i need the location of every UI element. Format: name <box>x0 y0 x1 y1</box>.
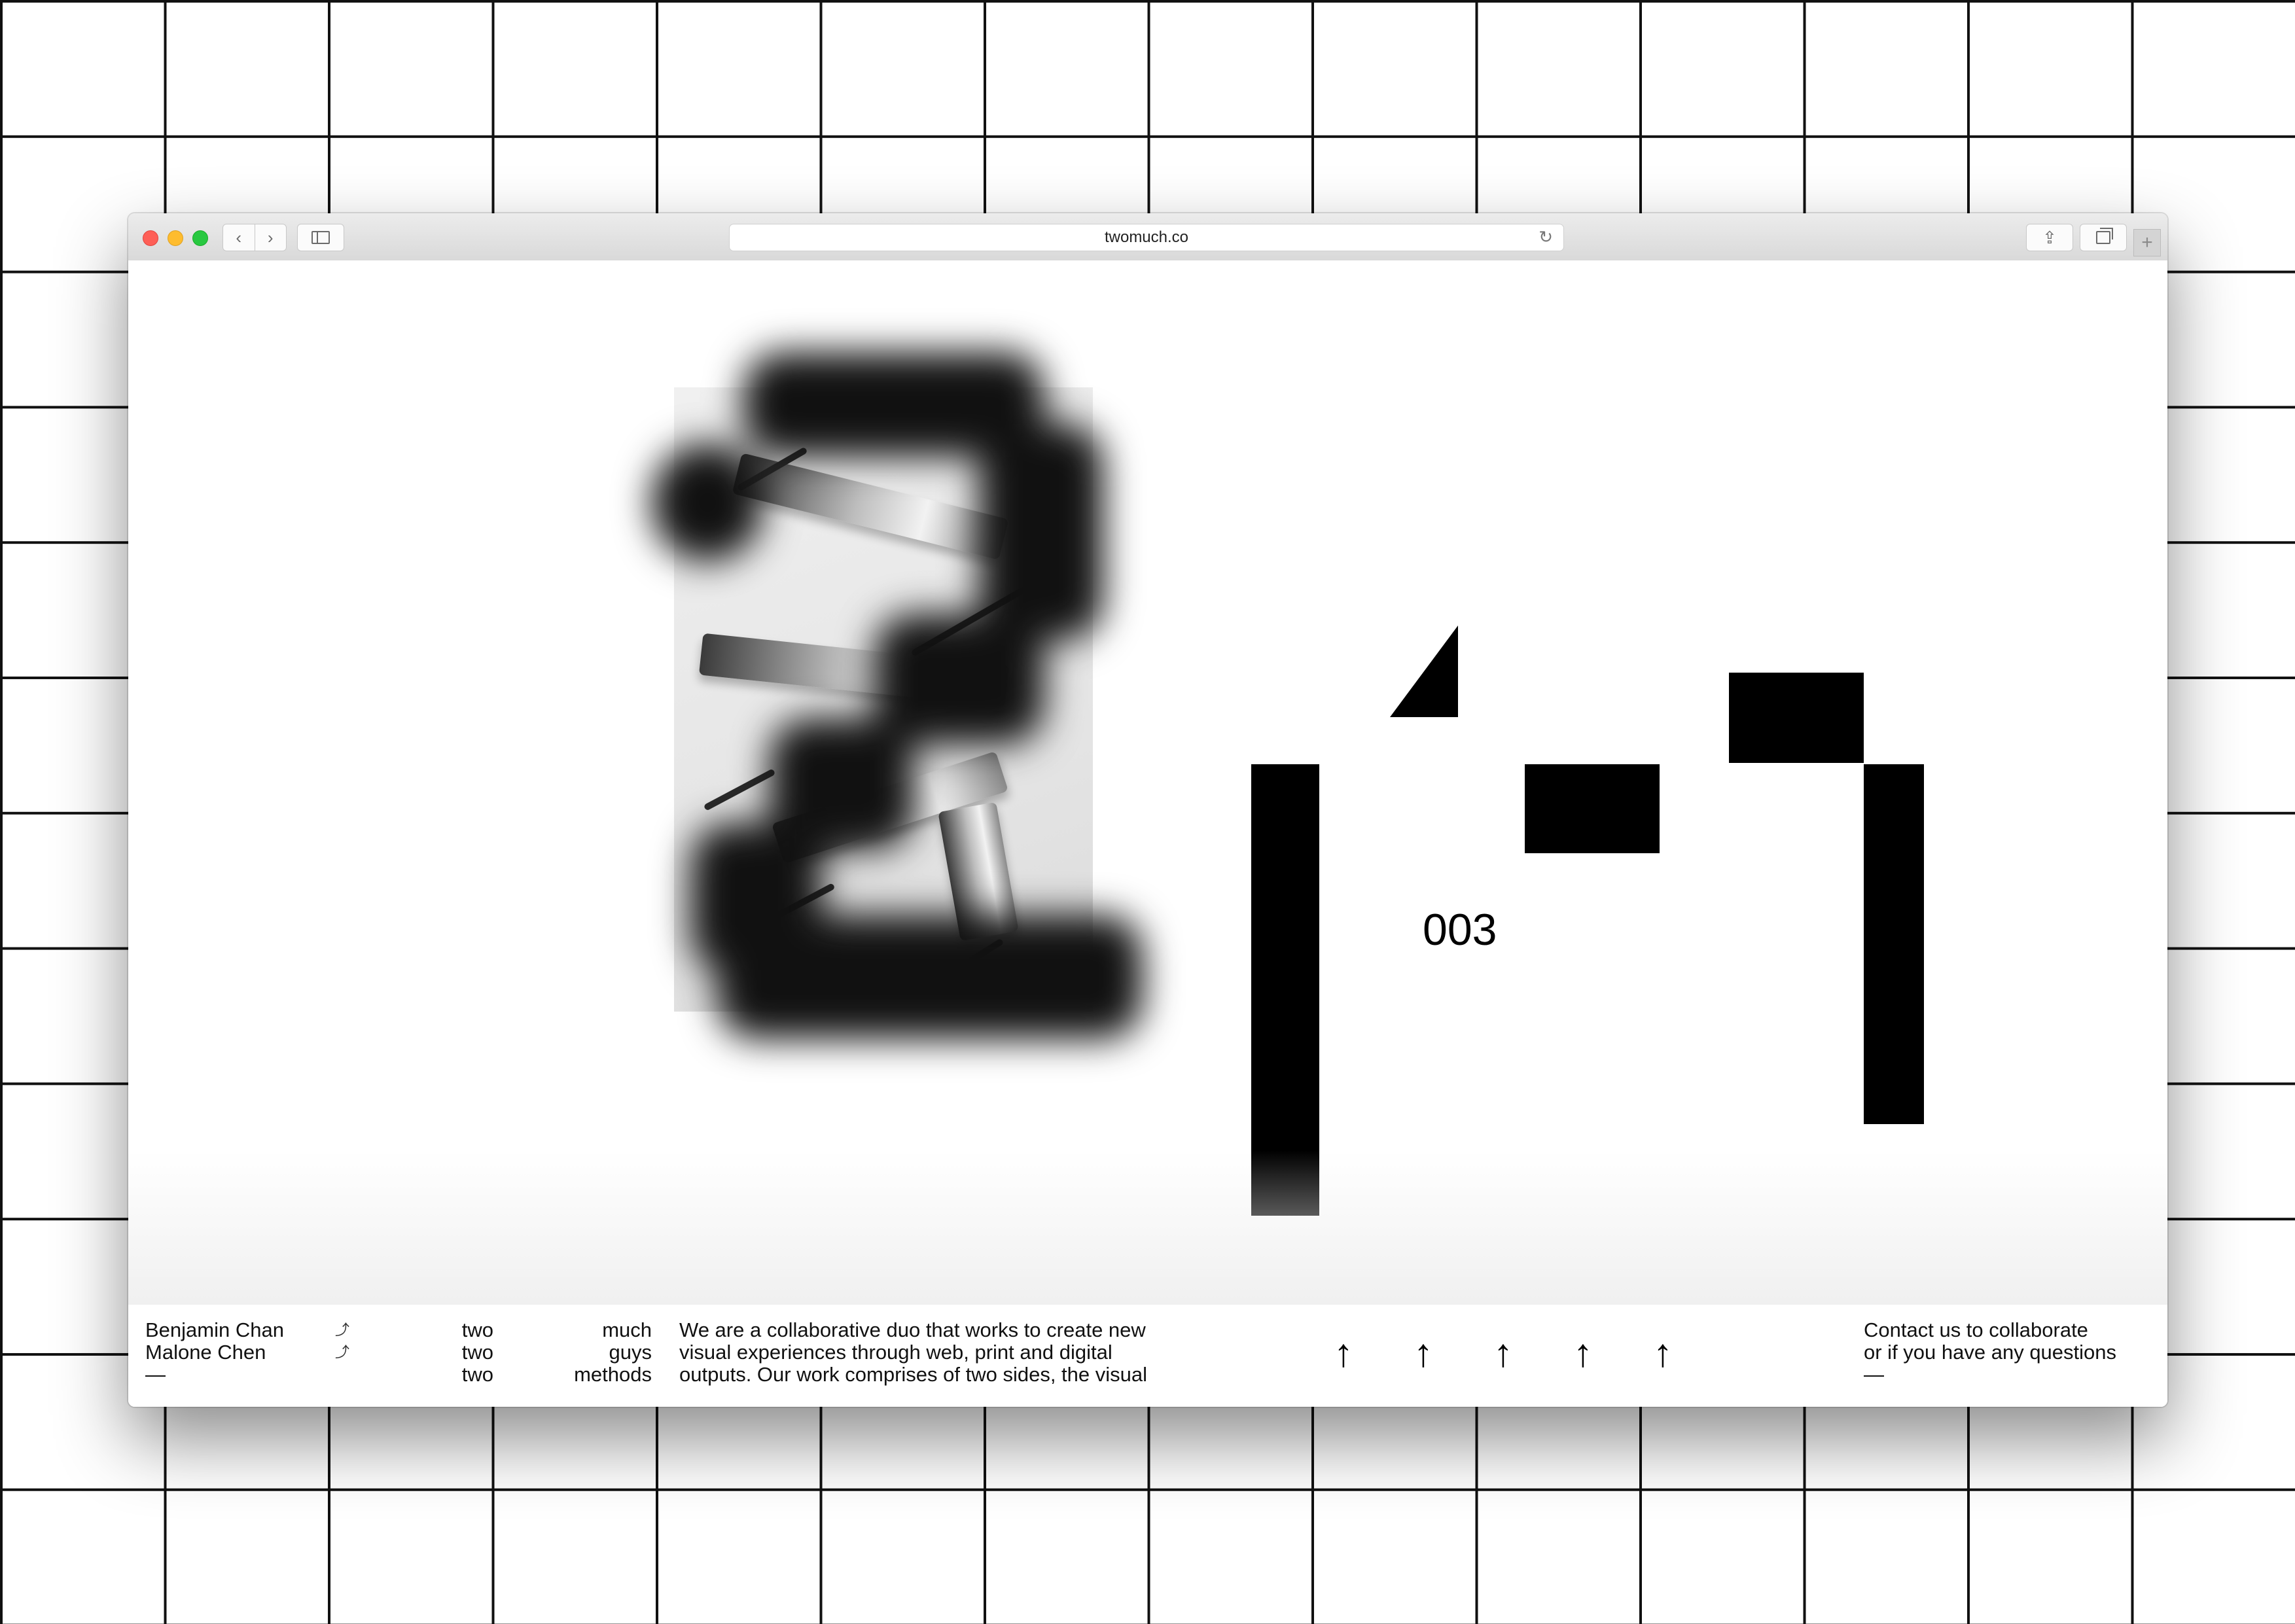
logo-block <box>1864 764 1924 1124</box>
chevron-right-icon: › <box>267 227 274 247</box>
dash-separator: — <box>1864 1363 1884 1386</box>
external-link-icon[interactable]: ⤴ <box>335 1341 349 1364</box>
close-window-button[interactable] <box>143 230 158 246</box>
reload-icon[interactable]: ↻ <box>1539 227 1553 247</box>
about-line: outputs. Our work comprises of two sides… <box>679 1363 1148 1386</box>
chevron-left-icon: ‹ <box>236 227 242 247</box>
back-button[interactable]: ‹ <box>223 224 255 251</box>
arrow-up-icon[interactable]: ↑ <box>1414 1333 1433 1373</box>
contact-line: or if you have any questions <box>1864 1341 2117 1364</box>
scroll-arrows: ↑ ↑ ↑ ↑ ↑ <box>1334 1333 1673 1373</box>
arrow-up-icon[interactable]: ↑ <box>1653 1333 1673 1373</box>
fullscreen-window-button[interactable] <box>192 230 208 246</box>
show-tabs-button[interactable] <box>2080 224 2127 251</box>
about-line: We are a collaborative duo that works to… <box>679 1318 1146 1341</box>
logo-block <box>1525 764 1660 853</box>
share-button[interactable]: ⇪ <box>2026 224 2073 251</box>
plus-icon: + <box>2141 232 2153 253</box>
sidebar-toggle-button[interactable] <box>297 224 344 251</box>
tagline-word: methods <box>574 1363 652 1386</box>
arrow-up-icon[interactable]: ↑ <box>1573 1333 1593 1373</box>
bottom-fade <box>128 1150 2167 1307</box>
page-content: 003 Benjamin Chan Malone Chen — ⤴ ⤴ two … <box>128 260 2167 1407</box>
contact-text: Contact us to collaborate or if you have… <box>1864 1319 2116 1386</box>
external-link-icons: ⤴ ⤴ <box>335 1319 349 1364</box>
url-text: twomuch.co <box>1104 228 1189 246</box>
external-link-icon[interactable]: ⤴ <box>335 1319 349 1341</box>
share-icon: ⇪ <box>2042 227 2057 247</box>
contact-link[interactable]: Contact us to collaborate <box>1864 1319 2116 1341</box>
new-tab-button[interactable]: + <box>2133 229 2161 256</box>
team-names: Benjamin Chan Malone Chen — <box>145 1319 284 1386</box>
tagline-word: two <box>461 1341 493 1364</box>
dash-separator: — <box>145 1363 166 1386</box>
logo-triangle <box>1390 626 1458 717</box>
about-line: visual experiences through web, print an… <box>679 1341 1112 1364</box>
project-counter: 003 <box>1423 905 1497 955</box>
tagline-word: guys <box>609 1341 652 1364</box>
tagline-word: much <box>602 1318 652 1341</box>
tagline-word: two <box>461 1363 493 1386</box>
arrow-up-icon[interactable]: ↑ <box>1493 1333 1513 1373</box>
arrow-up-icon[interactable]: ↑ <box>1334 1333 1353 1373</box>
minimize-window-button[interactable] <box>168 230 183 246</box>
tagline-column: much guys methods <box>547 1319 652 1386</box>
logo-block <box>1251 764 1319 1216</box>
browser-toolbar: ‹ › twomuch.co ↻ ⇪ + <box>128 213 2167 262</box>
forward-button[interactable]: › <box>254 224 287 251</box>
sidebar-icon <box>311 231 330 244</box>
about-text: We are a collaborative duo that works to… <box>679 1319 1203 1386</box>
tabs-icon <box>2096 228 2113 244</box>
two-column: two two two <box>429 1319 493 1386</box>
member-name-link[interactable]: Malone Chen <box>145 1341 284 1364</box>
browser-window: ‹ › twomuch.co ↻ ⇪ + 003 Benjamin Chan M… <box>128 213 2167 1407</box>
tagline-word: two <box>461 1318 493 1341</box>
address-bar[interactable]: twomuch.co ↻ <box>729 224 1564 251</box>
blurred-two-glyph <box>521 313 1175 1085</box>
footer-bar: Benjamin Chan Malone Chen — ⤴ ⤴ two two … <box>128 1305 2167 1407</box>
member-name-link[interactable]: Benjamin Chan <box>145 1319 284 1341</box>
history-nav: ‹ › <box>222 224 287 251</box>
logo-block <box>1729 673 1864 763</box>
